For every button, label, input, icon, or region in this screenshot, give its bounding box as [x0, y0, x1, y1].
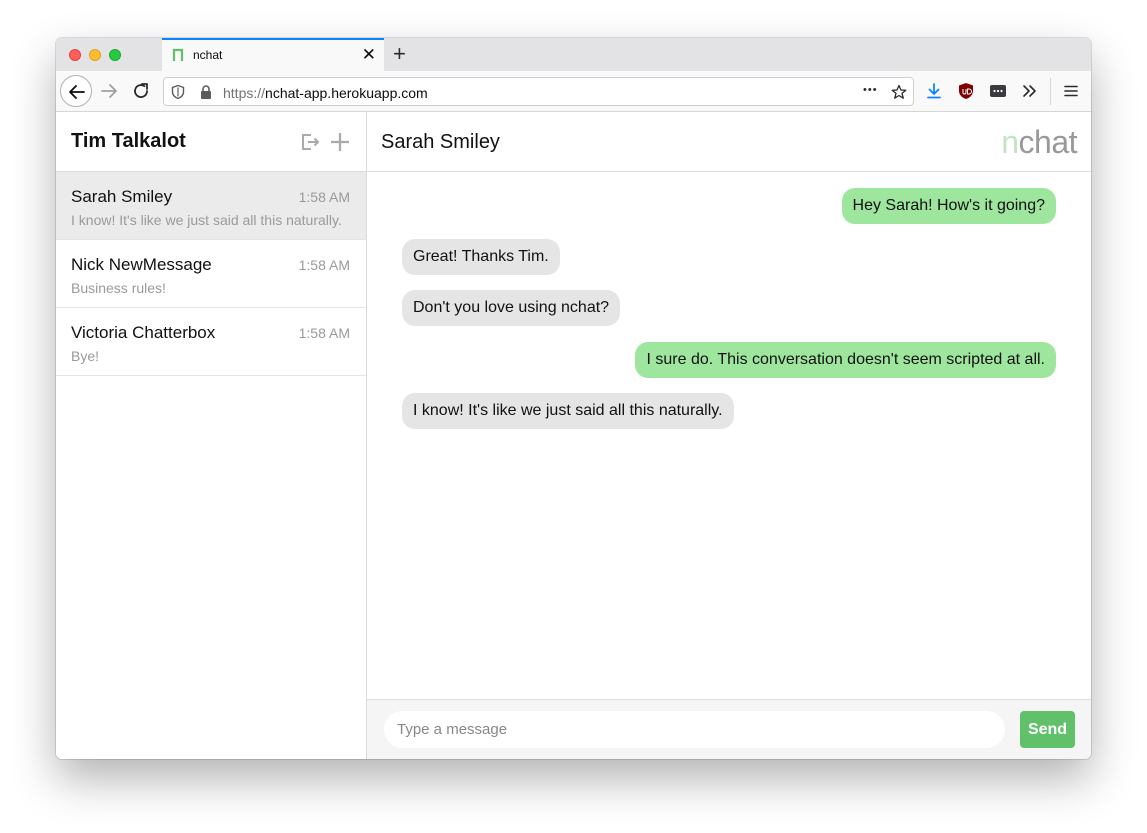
conversation-name: Victoria Chatterbox [71, 323, 216, 342]
url-text[interactable]: https://nchat-app.herokuapp.com [223, 85, 428, 101]
sidebar-header: Tim Talkalot [56, 112, 366, 172]
message-bubble-incoming: I know! It's like we just said all this … [402, 393, 734, 429]
conversation-preview: Business rules! [71, 280, 166, 296]
close-tab-icon[interactable]: ✕ [362, 45, 376, 65]
password-manager-icon[interactable] [989, 82, 1007, 100]
url-bar[interactable]: https://nchat-app.herokuapp.com ••• [163, 77, 914, 106]
forward-arrow-icon[interactable] [97, 79, 121, 103]
message-bubble-outgoing: Hey Sarah! How's it going? [841, 188, 1056, 224]
back-arrow-icon [69, 85, 85, 99]
bookmark-star-icon[interactable] [891, 84, 907, 100]
conversation-list: Sarah Smiley 1:58 AM I know! It's like w… [56, 172, 366, 376]
downloads-icon[interactable] [925, 82, 943, 100]
overflow-chevron-icon[interactable] [1021, 82, 1039, 100]
conversation-item[interactable]: Nick NewMessage 1:58 AM Business rules! [56, 240, 366, 308]
url-scheme: https:// [223, 85, 266, 101]
conversation-preview: I know! It's like we just said all this … [71, 212, 342, 228]
new-conversation-plus-icon[interactable] [329, 131, 351, 153]
conversation-time: 1:58 AM [298, 257, 350, 273]
new-tab-button[interactable]: + [393, 42, 406, 66]
browser-window: nchat ✕ + https://nchat-app.herokuapp.co… [56, 38, 1091, 759]
zoom-window-button[interactable] [109, 49, 121, 61]
conversation-item[interactable]: Victoria Chatterbox 1:58 AM Bye! [56, 308, 366, 376]
conversation-sidebar: Tim Talkalot Sarah Smiley 1:58 AM I know… [56, 112, 367, 759]
nchat-app: Tim Talkalot Sarah Smiley 1:58 AM I know… [56, 112, 1091, 759]
minimize-window-button[interactable] [89, 49, 101, 61]
conversation-time: 1:58 AM [298, 325, 350, 341]
current-user-name: Tim Talkalot [71, 130, 186, 152]
browser-tab[interactable]: nchat ✕ [162, 38, 384, 71]
message-bubble-incoming: Great! Thanks Tim. [402, 239, 560, 275]
nchat-favicon-icon [172, 48, 184, 61]
conversation-time: 1:58 AM [298, 189, 350, 205]
navigation-bar: https://nchat-app.herokuapp.com ••• [56, 71, 1091, 112]
chat-header: Sarah Smiley nchat [367, 112, 1091, 172]
url-host: nchat-app.herokuapp.com [265, 85, 428, 101]
chat-panel: Sarah Smiley nchat Hey Sarah! How's it g… [367, 112, 1091, 759]
hamburger-menu-icon[interactable] [1062, 82, 1080, 100]
conversation-preview: Bye! [71, 348, 100, 364]
message-composer: Send [367, 699, 1091, 759]
logout-icon[interactable] [299, 131, 321, 153]
toolbar-separator [1050, 78, 1051, 105]
message-list: Hey Sarah! How's it going? Great! Thanks… [367, 172, 1091, 699]
back-button[interactable] [60, 75, 92, 107]
tab-title: nchat [193, 48, 223, 62]
logo-text: chat [1018, 124, 1078, 160]
nchat-logo: nchat [1001, 124, 1078, 160]
chat-partner-name: Sarah Smiley [381, 131, 500, 153]
message-bubble-incoming: Don't you love using nchat? [402, 290, 621, 326]
tab-strip: nchat ✕ + [56, 38, 1091, 71]
page-actions-icon[interactable]: ••• [863, 84, 878, 96]
lock-icon[interactable] [198, 84, 214, 100]
send-button[interactable]: Send [1020, 711, 1075, 748]
conversation-name: Nick NewMessage [71, 255, 212, 274]
conversation-name: Sarah Smiley [71, 187, 173, 206]
logo-n: n [1001, 124, 1019, 160]
conversation-item[interactable]: Sarah Smiley 1:58 AM I know! It's like w… [56, 172, 366, 240]
message-bubble-outgoing: I sure do. This conversation doesn't see… [635, 342, 1056, 378]
tracking-shield-icon[interactable] [170, 84, 186, 100]
reload-icon[interactable] [129, 79, 153, 103]
message-input[interactable] [384, 711, 1005, 748]
ublock-origin-icon[interactable] [957, 82, 975, 100]
close-window-button[interactable] [69, 49, 81, 61]
